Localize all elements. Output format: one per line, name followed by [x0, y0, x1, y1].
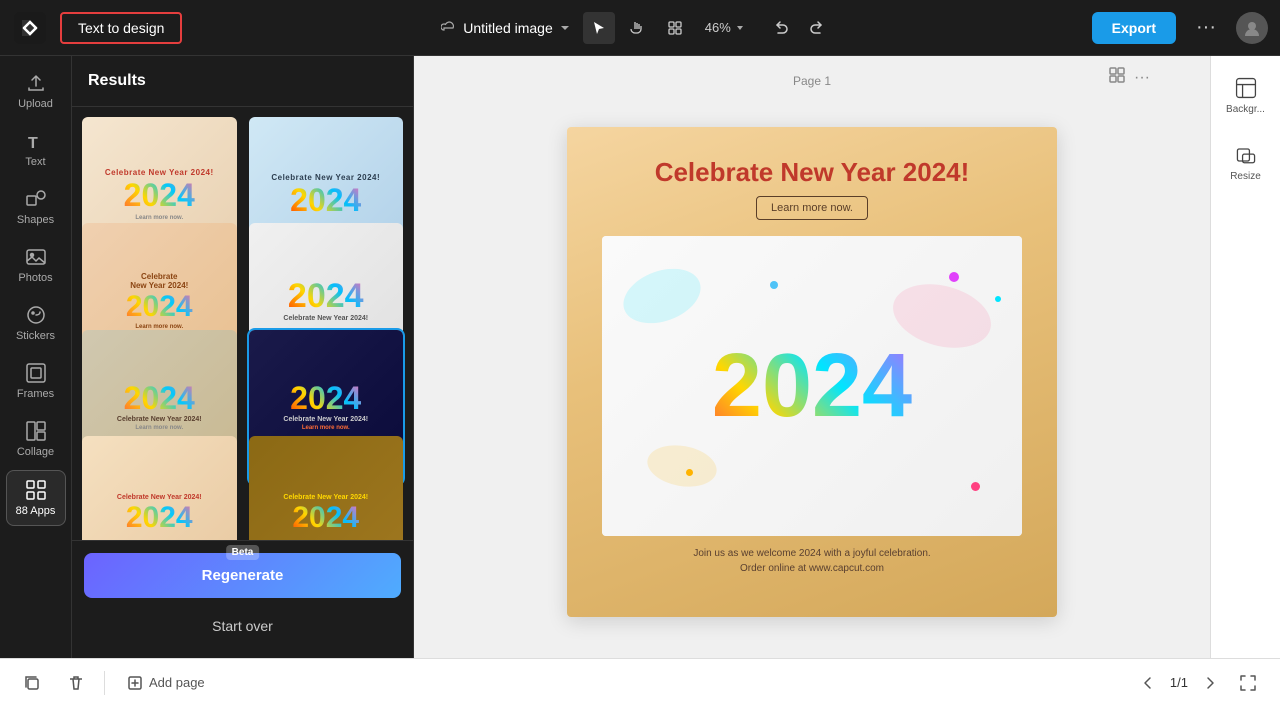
photos-icon: [25, 246, 47, 268]
chevron-left-icon: [1141, 676, 1155, 690]
stickers-icon: [25, 304, 47, 326]
canvas-page: Celebrate New Year 2024! Learn more now.: [567, 127, 1057, 617]
icon-sidebar: Upload T Text Shapes Photos Stickers Fra…: [0, 56, 72, 658]
page-more-button[interactable]: ···: [1134, 66, 1150, 89]
canvas-cta-button: Learn more now.: [756, 196, 868, 220]
canvas-area: Page 1 ··· Celebrate New Year 2024! Lear…: [414, 56, 1210, 658]
right-panel-resize[interactable]: Resize: [1219, 135, 1272, 190]
template-card-7[interactable]: Celebrate New Year 2024! 2024: [80, 434, 239, 540]
panel: Results Celebrate New Year 2024! 2024 Le…: [72, 56, 414, 658]
firework-dot: [686, 469, 693, 476]
topbar-center: Untitled image 46%: [194, 12, 1079, 44]
canvas-image-box: 2024: [602, 236, 1022, 536]
topbar: Text to design Untitled image 46%: [0, 0, 1280, 56]
layout-button[interactable]: [659, 12, 691, 44]
canvas-footer: Join us as we welcome 2024 with a joyful…: [693, 548, 930, 578]
text-to-design-button[interactable]: Text to design: [60, 12, 182, 44]
right-panel-background[interactable]: Backgr...: [1219, 68, 1272, 123]
bottombar: Add page 1/1: [0, 658, 1280, 706]
frames-icon: [25, 362, 47, 384]
sidebar-item-stickers[interactable]: Stickers: [6, 296, 66, 350]
apps-icon: [25, 479, 47, 501]
chevron-down-icon: [559, 22, 571, 34]
avatar: [1236, 12, 1268, 44]
export-button[interactable]: Export: [1092, 12, 1176, 44]
redo-button[interactable]: [801, 12, 833, 44]
sidebar-item-collage[interactable]: Collage: [6, 412, 66, 466]
firework-dot: [770, 281, 778, 289]
sidebar-item-frames[interactable]: Frames: [6, 354, 66, 408]
chevron-right-icon: [1203, 676, 1217, 690]
beta-badge: Beta: [226, 545, 260, 560]
shapes-icon: [25, 188, 47, 210]
prev-page-button[interactable]: [1134, 669, 1162, 697]
copy-page-button[interactable]: [16, 667, 48, 699]
add-icon: [127, 675, 143, 691]
canvas-image-bg: 2024: [602, 236, 1022, 536]
cloud-icon: [441, 20, 457, 36]
firework-dot: [949, 272, 959, 282]
svg-text:T: T: [28, 135, 38, 152]
more-options-button[interactable]: ···: [1188, 12, 1224, 43]
logo: [12, 10, 48, 46]
resize-icon: [1234, 143, 1258, 167]
canvas-year: 2024: [712, 341, 912, 431]
upload-icon: [25, 72, 47, 94]
right-panel: Backgr... Resize: [1210, 56, 1280, 658]
background-icon: [1234, 76, 1258, 100]
delete-page-button[interactable]: [60, 667, 92, 699]
sidebar-item-text[interactable]: T Text: [6, 122, 66, 176]
divider: [104, 671, 105, 695]
add-page-button[interactable]: Add page: [117, 669, 215, 697]
panel-bottom: Beta Regenerate Start over: [72, 540, 413, 658]
canvas-scroll[interactable]: Celebrate New Year 2024! Learn more now.: [414, 56, 1210, 658]
page-label: Page 1: [785, 72, 839, 90]
start-over-button[interactable]: Start over: [84, 606, 401, 646]
document-name[interactable]: Untitled image: [441, 20, 571, 36]
sidebar-item-photos[interactable]: Photos: [6, 238, 66, 292]
hand-tool-button[interactable]: [621, 12, 653, 44]
sidebar-item-apps[interactable]: 88 Apps: [6, 470, 66, 526]
select-tool-button[interactable]: [583, 12, 615, 44]
chevron-down-icon: [735, 23, 745, 33]
copy-icon: [23, 674, 41, 692]
undo-redo: [765, 12, 833, 44]
main: Upload T Text Shapes Photos Stickers Fra…: [0, 56, 1280, 658]
next-page-button[interactable]: [1196, 669, 1224, 697]
trash-icon: [67, 674, 85, 692]
sidebar-item-shapes[interactable]: Shapes: [6, 180, 66, 234]
fullscreen-icon: [1239, 674, 1257, 692]
canvas-headline: Celebrate New Year 2024!: [655, 157, 970, 188]
sidebar-item-upload[interactable]: Upload: [6, 64, 66, 118]
panel-header: Results: [72, 56, 413, 107]
firework-dot: [971, 482, 980, 491]
regenerate-button[interactable]: Beta Regenerate: [84, 553, 401, 598]
text-icon: T: [25, 130, 47, 152]
template-card-8[interactable]: Celebrate New Year 2024! 2024: [247, 434, 406, 540]
toolbar-icons: 46%: [583, 12, 753, 44]
undo-button[interactable]: [765, 12, 797, 44]
firework-dot: [995, 296, 1001, 302]
page-actions: ···: [1108, 66, 1150, 89]
zoom-control[interactable]: 46%: [697, 16, 753, 39]
collage-icon: [25, 420, 47, 442]
fullscreen-button[interactable]: [1232, 667, 1264, 699]
page-thumbnail-button[interactable]: [1108, 66, 1126, 89]
results-grid: Celebrate New Year 2024! 2024 Learn more…: [72, 107, 413, 540]
page-nav: 1/1: [1134, 667, 1264, 699]
page-counter: 1/1: [1170, 675, 1188, 690]
